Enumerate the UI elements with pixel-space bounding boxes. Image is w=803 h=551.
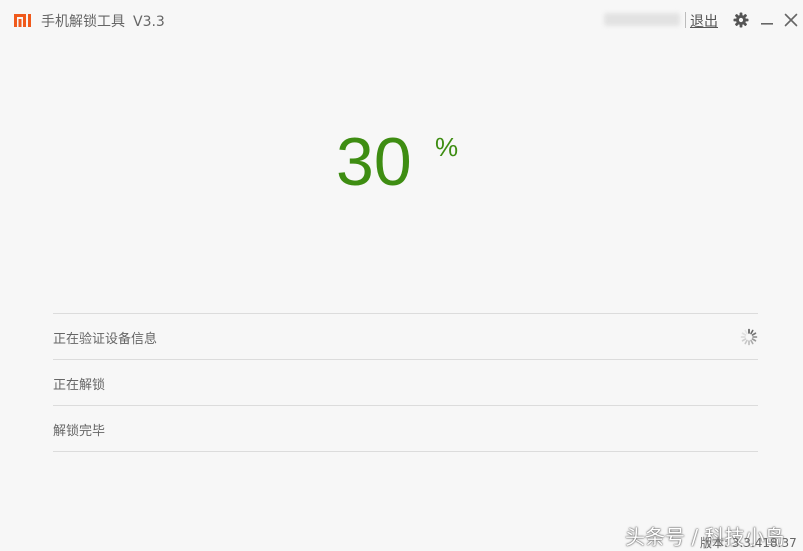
mi-logo-icon: [14, 14, 31, 27]
step-row: 正在解锁: [53, 359, 758, 405]
app-version: V3.3: [133, 14, 165, 30]
loading-spinner-icon: [740, 328, 758, 346]
logout-link[interactable]: 退出: [690, 11, 718, 31]
step-label: 正在验证设备信息: [53, 332, 158, 347]
gear-icon[interactable]: [731, 10, 751, 30]
step-row: 解锁完毕: [53, 405, 758, 452]
account-name: [604, 13, 680, 26]
progress-unit: %: [435, 132, 459, 162]
app-name: 手机解锁工具: [41, 14, 125, 30]
step-label: 正在解锁: [53, 378, 106, 393]
version-footer: 版本: 3.3.418.37: [700, 536, 797, 550]
minimize-icon[interactable]: [757, 10, 777, 30]
title-bar: 手机解锁工具 V3.3 退出: [0, 0, 803, 40]
app-title: 手机解锁工具 V3.3: [41, 11, 165, 31]
unlock-steps-list: 正在验证设备信息 正在解锁 解锁完毕: [53, 313, 758, 452]
progress-display: 30 %: [336, 122, 476, 202]
step-row: 正在验证设备信息: [53, 313, 758, 359]
step-label: 解锁完毕: [53, 424, 106, 439]
close-icon[interactable]: [781, 10, 801, 30]
divider: [685, 12, 686, 28]
progress-percentage: 30: [336, 124, 412, 200]
